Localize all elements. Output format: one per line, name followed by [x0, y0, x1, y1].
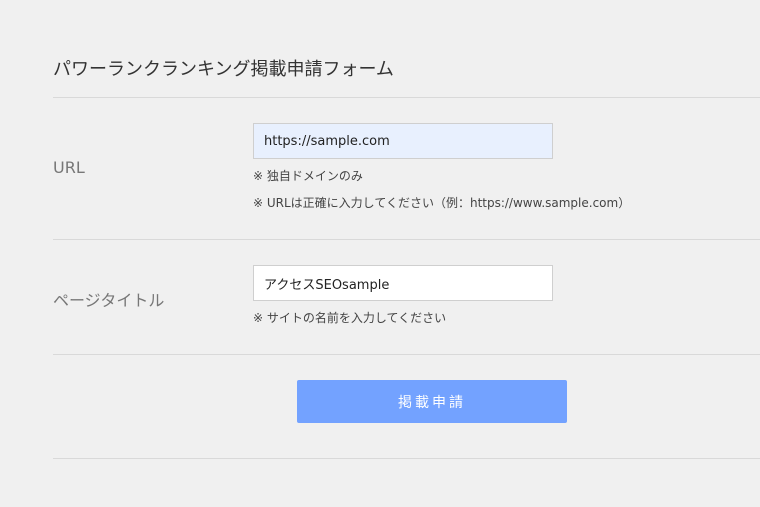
form-title: パワーランクランキング掲載申請フォーム — [53, 59, 394, 80]
url-note-domain: ※ 独自ドメインのみ — [253, 169, 363, 183]
url-note-format: ※ URLは正確に入力してください（例：https://www.sample.c… — [253, 196, 631, 210]
divider-top — [53, 97, 760, 98]
page-title-note: ※ サイトの名前を入力してください — [253, 311, 447, 325]
divider-url — [53, 239, 760, 240]
url-input[interactable] — [253, 123, 553, 159]
divider-bottom — [53, 458, 760, 459]
url-label: URL — [53, 158, 85, 177]
submit-button[interactable]: 掲載申請 — [297, 380, 567, 423]
application-form-page: パワーランクランキング掲載申請フォーム URL ※ 独自ドメインのみ ※ URL… — [0, 0, 760, 507]
page-title-input[interactable] — [253, 265, 553, 301]
page-title-label: ページタイトル — [53, 291, 165, 310]
divider-page-title — [53, 354, 760, 355]
